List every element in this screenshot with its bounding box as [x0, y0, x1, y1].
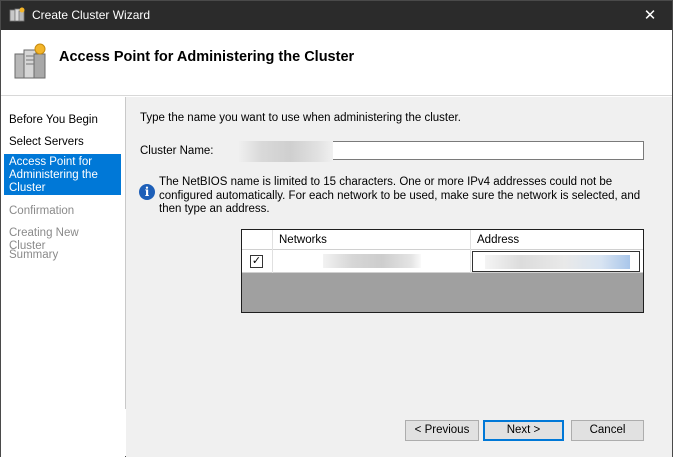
network-address-grid[interactable]: Networks Address ✓	[241, 229, 644, 313]
step-confirmation: Confirmation	[9, 205, 75, 217]
window-title: Create Cluster Wizard	[32, 8, 151, 22]
header-check-column	[242, 230, 273, 250]
grid-header: Networks Address	[242, 230, 643, 250]
header-address[interactable]: Address	[471, 230, 643, 250]
redacted-address	[485, 255, 630, 269]
cancel-button[interactable]: Cancel	[571, 420, 644, 441]
step-before-you-begin[interactable]: Before You Begin	[4, 112, 121, 129]
header-networks[interactable]: Networks	[273, 230, 471, 250]
cluster-servers-icon	[13, 42, 49, 82]
info-icon: i	[139, 184, 155, 200]
page-title: Access Point for Administering the Clust…	[59, 49, 355, 65]
row-check-cell: ✓	[242, 250, 273, 273]
cluster-name-input[interactable]	[238, 141, 644, 162]
step-select-servers[interactable]: Select Servers	[4, 134, 121, 151]
instruction-text: Type the name you want to use when admin…	[140, 112, 461, 124]
content-panel: Type the name you want to use when admin…	[125, 97, 672, 409]
redacted-network	[323, 254, 421, 268]
step-summary: Summary	[9, 249, 59, 261]
cluster-name-label: Cluster Name:	[140, 145, 214, 157]
cluster-app-icon	[9, 7, 25, 23]
next-button[interactable]: Next >	[483, 420, 564, 441]
close-icon[interactable]: ✕	[628, 1, 672, 30]
table-row[interactable]: ✓	[242, 250, 643, 273]
redacted-cluster-name	[238, 141, 333, 162]
wizard-window: Create Cluster Wizard ✕ Access Point for…	[0, 0, 673, 457]
button-bar: < Previous Next > Cancel	[126, 409, 672, 457]
info-message: The NetBIOS name is limited to 15 charac…	[159, 176, 641, 215]
previous-button[interactable]: < Previous	[405, 420, 479, 441]
step-access-point[interactable]: Access Point for Administering the Clust…	[4, 154, 121, 195]
network-checkbox[interactable]: ✓	[250, 255, 263, 268]
address-input[interactable]	[472, 251, 640, 272]
network-cell	[273, 250, 471, 273]
steps-sidebar: Before You Begin Select Servers Access P…	[1, 97, 125, 457]
title-bar[interactable]: Create Cluster Wizard ✕	[1, 1, 672, 30]
wizard-header: Access Point for Administering the Clust…	[1, 30, 672, 96]
